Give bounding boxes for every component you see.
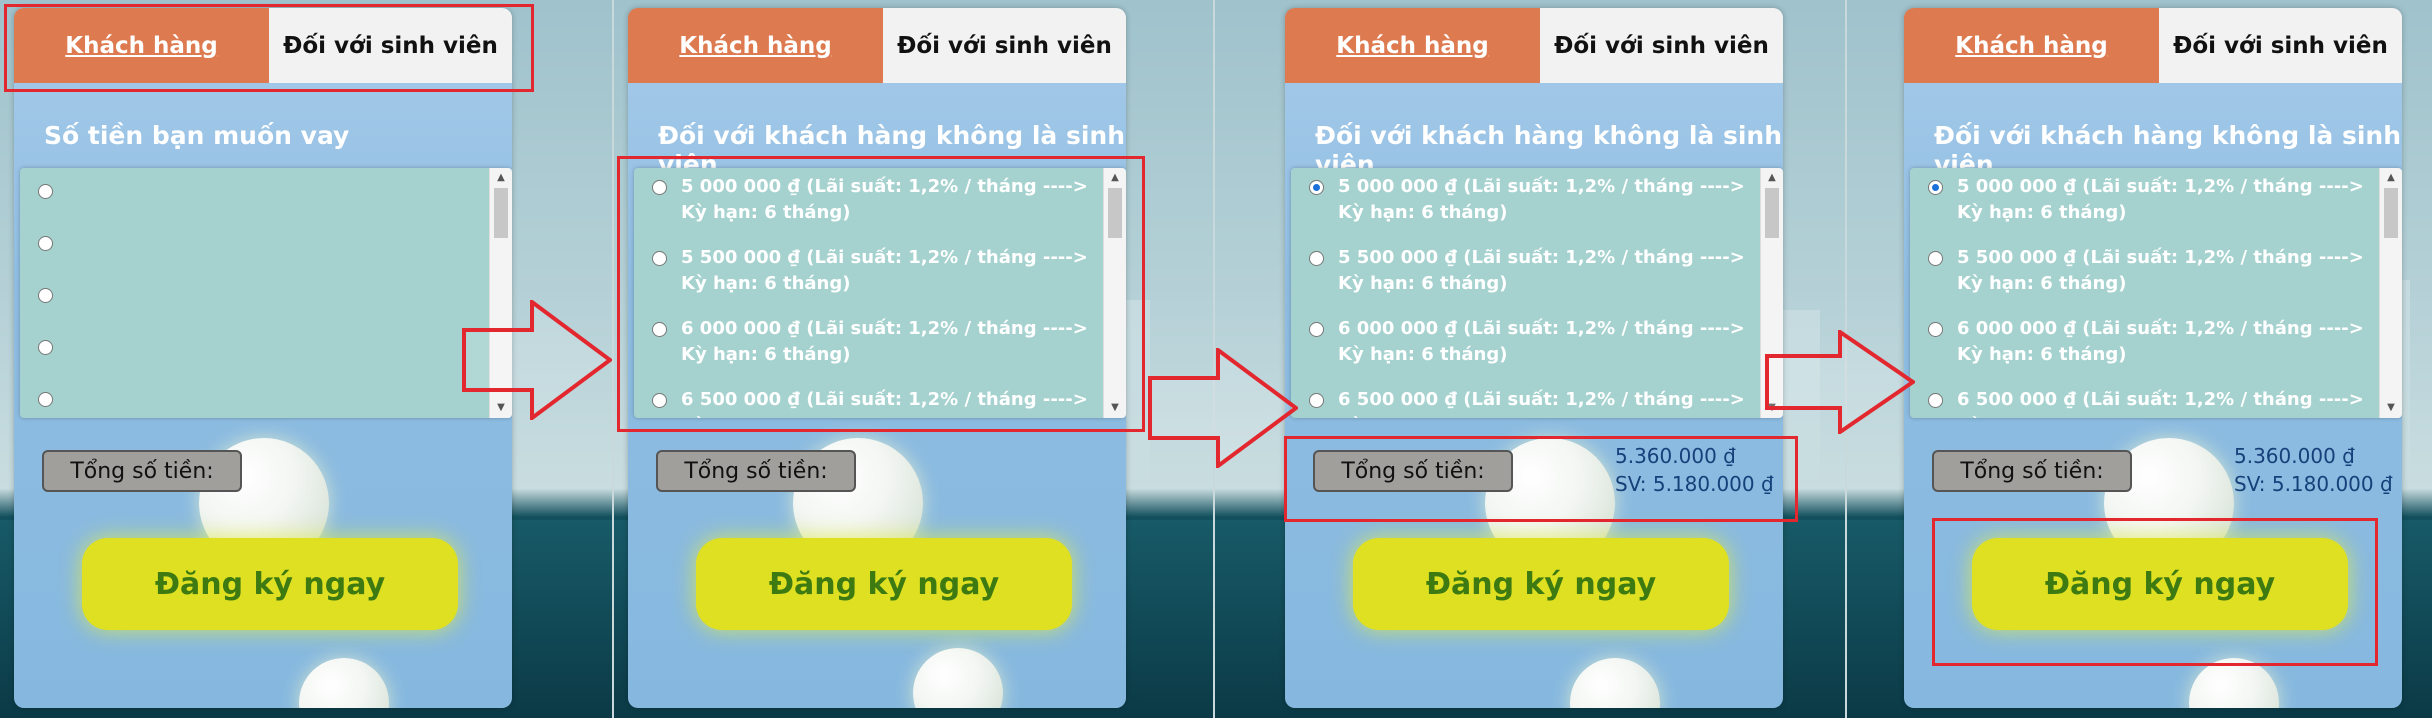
section-title: Đối với khách hàng không là sinh viên <box>1315 121 1783 179</box>
loan-option[interactable] <box>20 324 490 376</box>
tab-student[interactable]: Đối với sinh viên <box>883 8 1126 83</box>
tab-bar: Khách hàng Đối với sinh viên <box>1904 8 2402 83</box>
tab-customer[interactable]: Khách hàng <box>628 8 883 83</box>
bubble-decoration <box>1570 658 1660 708</box>
highlight-box-register <box>1932 518 2378 666</box>
radio-button[interactable] <box>1309 251 1324 266</box>
scroll-up-icon[interactable]: ▲ <box>1761 170 1783 186</box>
total-amount-label: Tổng số tiền: <box>656 450 856 492</box>
loan-option[interactable]: 5 500 000 ₫ (Lãi suất: 1,2% / tháng ----… <box>1291 239 1761 310</box>
highlight-box-total <box>1284 436 1798 522</box>
tab-customer[interactable]: Khách hàng <box>1904 8 2159 83</box>
radio-button[interactable] <box>1928 393 1943 408</box>
student-amount-value: SV: 5.180.000 ₫ <box>2234 472 2393 496</box>
scroll-down-icon[interactable]: ▼ <box>2380 400 2402 416</box>
highlight-box-options <box>617 156 1145 432</box>
radio-button[interactable] <box>1928 251 1943 266</box>
bubble-decoration <box>299 658 389 708</box>
scroll-thumb[interactable] <box>494 188 508 238</box>
right-arrow-icon <box>1148 348 1298 468</box>
radio-button[interactable] <box>38 236 53 251</box>
tab-bar: Khách hàng Đối với sinh viên <box>1285 8 1783 83</box>
right-arrow-icon <box>462 300 612 420</box>
radio-button[interactable] <box>1309 393 1324 408</box>
loan-option[interactable]: 6 500 000 ₫ (Lãi suất: 1,2% / tháng ----… <box>1291 381 1761 418</box>
radio-button[interactable] <box>38 340 53 355</box>
scroll-up-icon[interactable]: ▲ <box>490 170 512 186</box>
right-arrow-icon <box>1765 330 1915 434</box>
loan-option[interactable]: 6 000 000 ₫ (Lãi suất: 1,2% / tháng ----… <box>1291 310 1761 381</box>
loan-option-list[interactable]: ▲ ▼ <box>20 168 512 418</box>
tab-student[interactable]: Đối với sinh viên <box>1540 8 1783 83</box>
register-now-button[interactable]: Đăng ký ngay <box>696 538 1072 630</box>
loan-widget-step-1: Khách hàng Đối với sinh viên Số tiền bạn… <box>14 8 512 708</box>
tab-customer[interactable]: Khách hàng <box>1285 8 1540 83</box>
section-title: Số tiền bạn muốn vay <box>44 121 350 150</box>
loan-option[interactable] <box>20 168 490 220</box>
loan-option-list[interactable]: 5 000 000 ₫ (Lãi suất: 1,2% / tháng ----… <box>1291 168 1783 418</box>
scroll-thumb[interactable] <box>2384 188 2398 238</box>
loan-option[interactable] <box>20 220 490 272</box>
bubble-decoration <box>913 648 1003 708</box>
radio-button[interactable] <box>1309 322 1324 337</box>
tab-student[interactable]: Đối với sinh viên <box>2159 8 2402 83</box>
radio-button[interactable] <box>38 288 53 303</box>
loan-option-list[interactable]: 5 000 000 ₫ (Lãi suất: 1,2% / tháng ----… <box>1910 168 2402 418</box>
scroll-up-icon[interactable]: ▲ <box>2380 170 2402 186</box>
loan-option[interactable] <box>20 376 490 418</box>
loan-option[interactable] <box>20 272 490 324</box>
radio-button-selected[interactable] <box>1928 180 1943 195</box>
screenshot-divider <box>612 0 614 718</box>
register-now-button[interactable]: Đăng ký ngay <box>1353 538 1729 630</box>
tab-bar: Khách hàng Đối với sinh viên <box>628 8 1126 83</box>
total-amount-label: Tổng số tiền: <box>42 450 242 492</box>
section-title: Đối với khách hàng không là sinh viên <box>658 121 1126 179</box>
loan-option[interactable]: 5 500 000 ₫ (Lãi suất: 1,2% / tháng ----… <box>1910 239 2380 310</box>
section-title: Đối với khách hàng không là sinh viên <box>1934 121 2402 179</box>
total-amount-label: Tổng số tiền: <box>1932 450 2132 492</box>
radio-button[interactable] <box>1928 322 1943 337</box>
loan-option[interactable]: 6 000 000 ₫ (Lãi suất: 1,2% / tháng ----… <box>1910 310 2380 381</box>
loan-option[interactable]: 6 500 000 ₫ (Lãi suất: 1,2% / tháng ----… <box>1910 381 2380 418</box>
radio-button-selected[interactable] <box>1309 180 1324 195</box>
scrollbar[interactable]: ▲ ▼ <box>2379 168 2402 418</box>
highlight-box-tabs <box>4 4 534 92</box>
scroll-thumb[interactable] <box>1765 188 1779 238</box>
register-now-button[interactable]: Đăng ký ngay <box>82 538 458 630</box>
total-amounts: 5.360.000 ₫ SV: 5.180.000 ₫ <box>2234 442 2393 498</box>
loan-option[interactable]: 5 000 000 ₫ (Lãi suất: 1,2% / tháng ----… <box>1291 168 1761 239</box>
loan-option[interactable]: 5 000 000 ₫ (Lãi suất: 1,2% / tháng ----… <box>1910 168 2380 239</box>
radio-button[interactable] <box>38 392 53 407</box>
total-amount-value: 5.360.000 ₫ <box>2234 444 2355 468</box>
loan-widget-step-3: Khách hàng Đối với sinh viên Đối với khá… <box>1285 8 1783 708</box>
radio-button[interactable] <box>38 184 53 199</box>
